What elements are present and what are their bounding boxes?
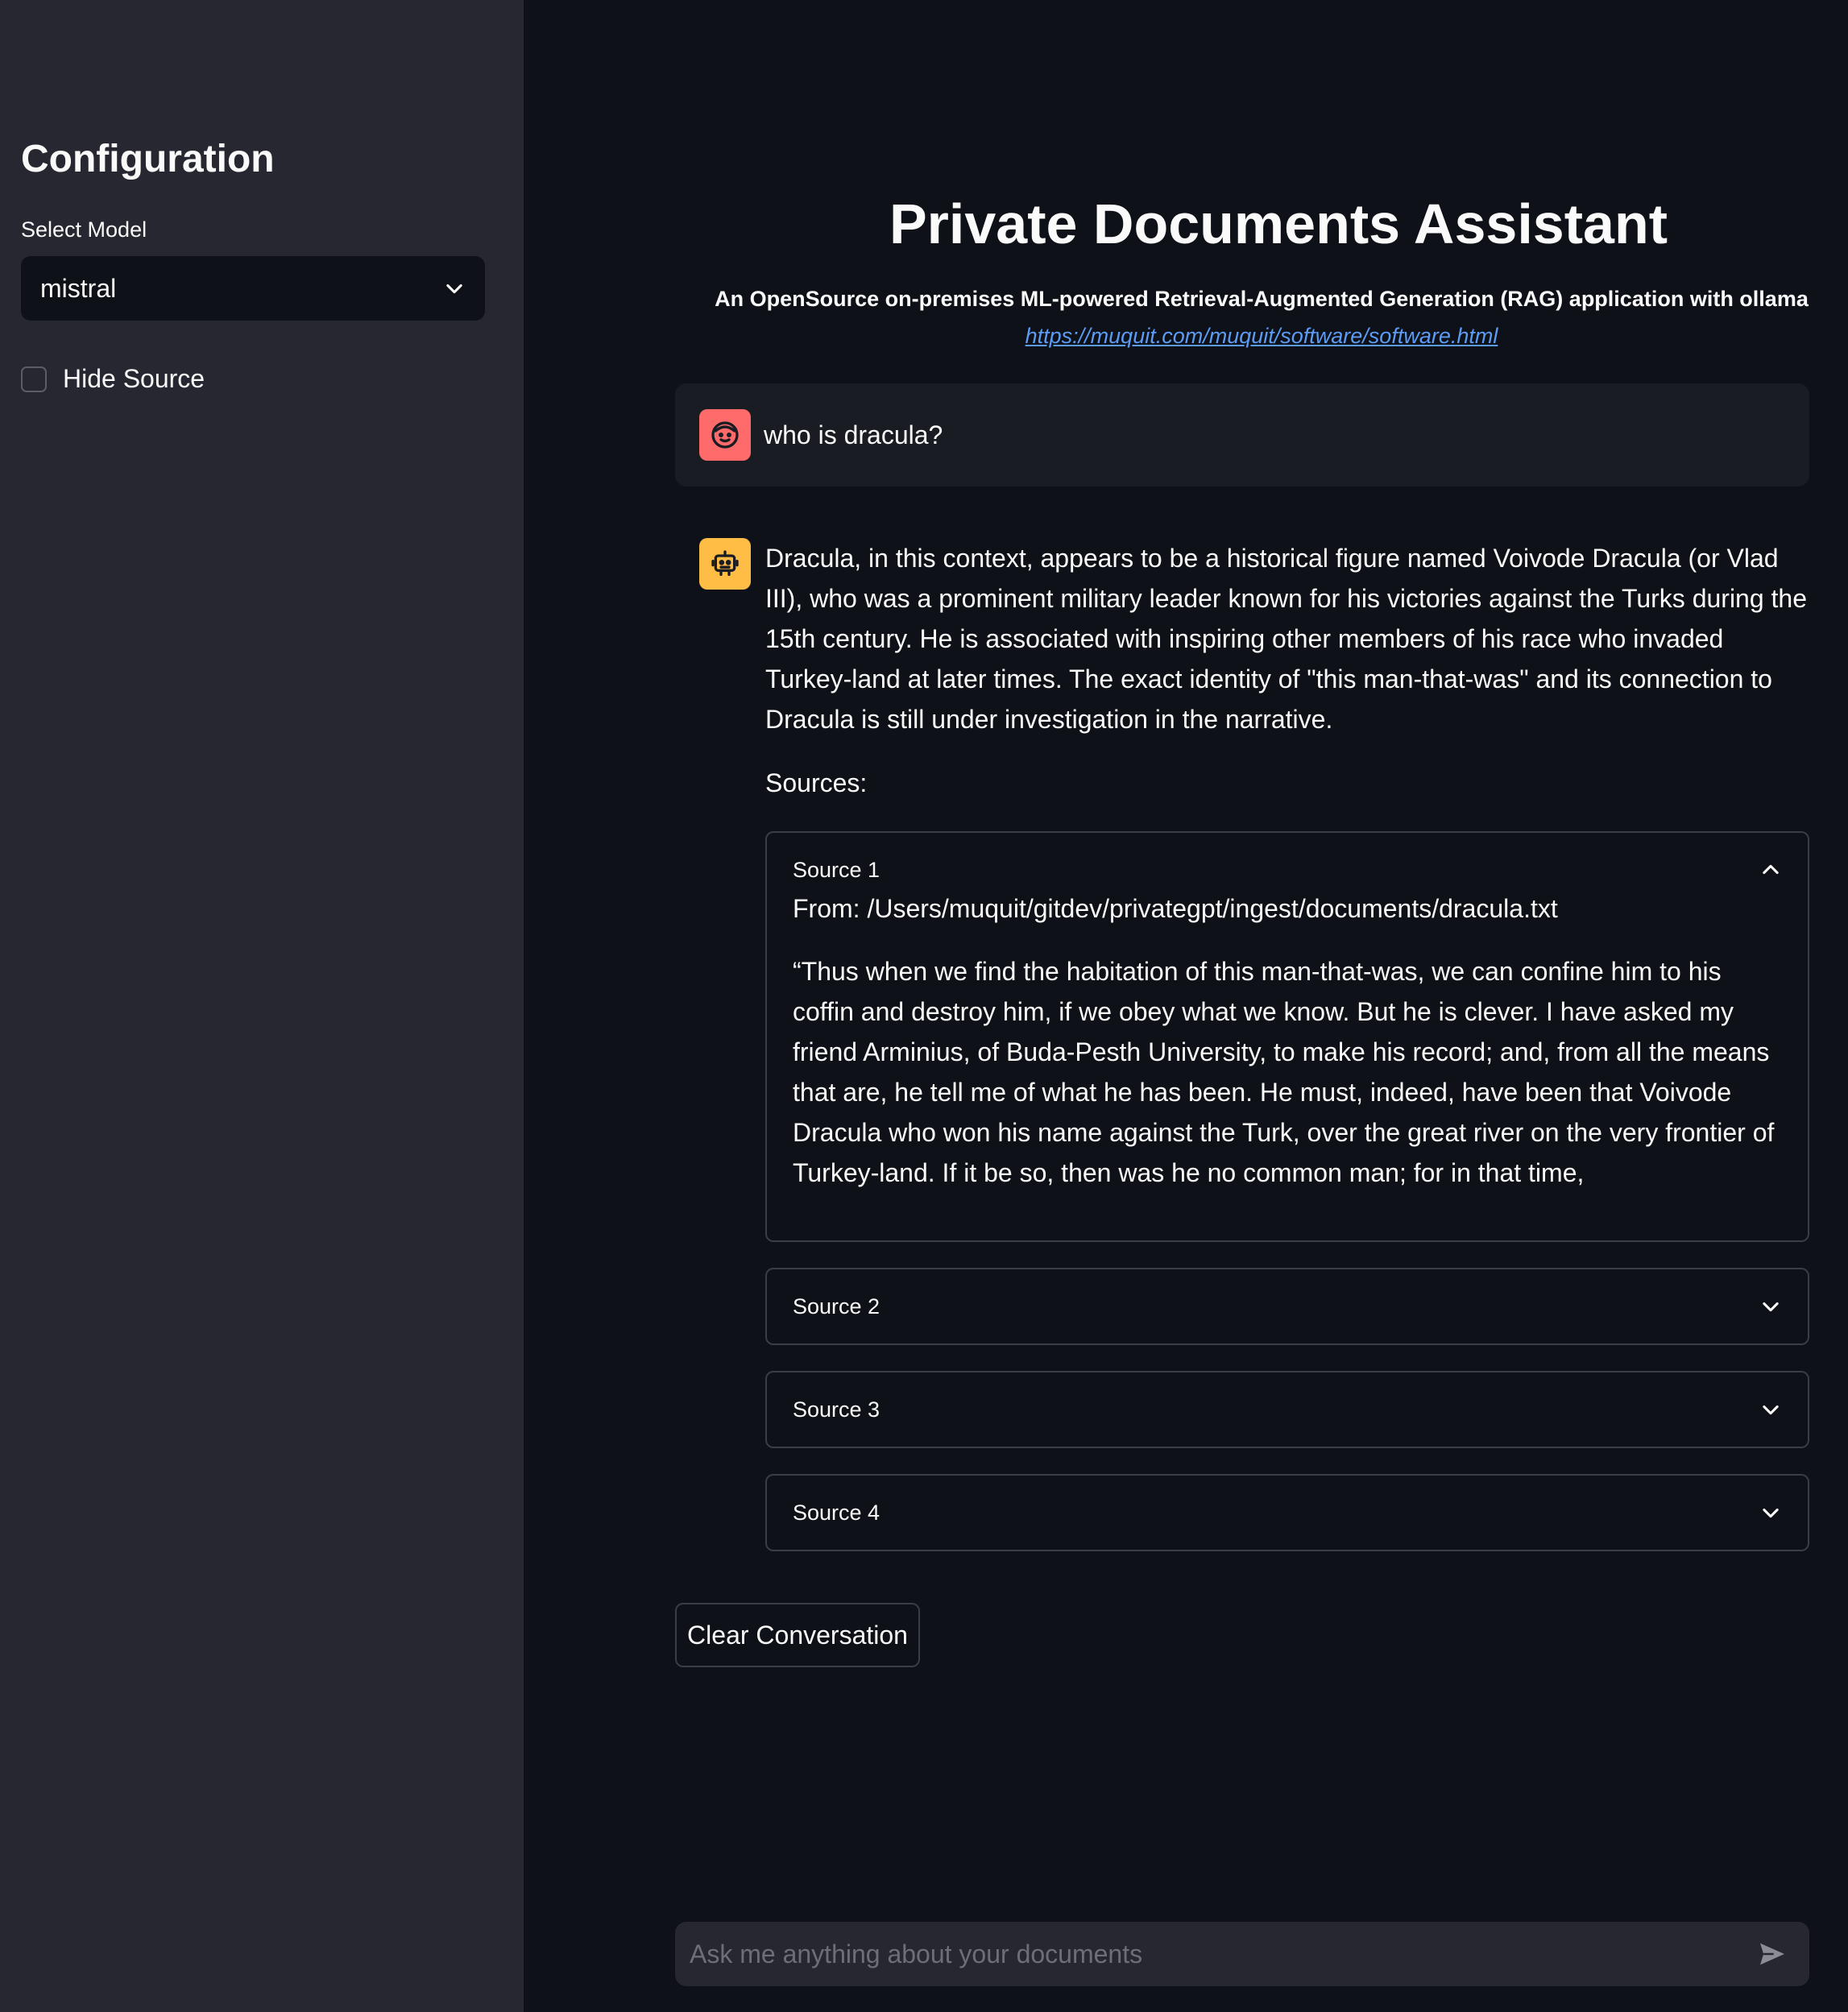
user-message-text: who is dracula? <box>764 420 943 449</box>
source-expander-2[interactable]: Source 2 <box>765 1268 1809 1345</box>
hide-source-toggle[interactable]: Hide Source <box>21 364 205 394</box>
source-expander-1: Source 1 From: /Users/muquit/gitdev/priv… <box>765 831 1809 1242</box>
chevron-down-icon <box>1763 1405 1779 1415</box>
source-path: From: /Users/muquit/gitdev/privategpt/in… <box>793 894 1558 923</box>
assistant-avatar <box>699 538 751 590</box>
software-link[interactable]: https://muquit.com/muquit/software/softw… <box>675 324 1848 349</box>
user-message: who is dracula? <box>675 383 1809 486</box>
page-title: Private Documents Assistant <box>889 193 1668 255</box>
source-expander-header[interactable]: Source 2 <box>767 1269 1808 1343</box>
source-title: Source 4 <box>793 1500 880 1525</box>
main-content: Private Documents Assistant An OpenSourc… <box>524 0 1848 2012</box>
smile-face-icon <box>711 421 739 449</box>
sources-label: Sources: <box>765 768 868 797</box>
source-expander-4[interactable]: Source 4 <box>765 1474 1809 1551</box>
sidebar-title: Configuration <box>21 138 275 180</box>
chat-input[interactable]: Ask me anything about your documents <box>675 1922 1809 1986</box>
sidebar: Configuration Select Model mistral Hide … <box>0 0 524 2012</box>
assistant-message-text: Dracula, in this context, appears to be … <box>765 544 1808 734</box>
page-subtitle: An OpenSource on-premises ML-powered Ret… <box>715 287 1809 311</box>
app-window: Configuration Select Model mistral Hide … <box>0 0 1848 2012</box>
chevron-down-icon <box>1763 1508 1779 1518</box>
model-select[interactable]: mistral <box>21 256 485 321</box>
source-expander-3[interactable]: Source 3 <box>765 1371 1809 1448</box>
source-expander-header[interactable]: Source 3 <box>767 1372 1808 1447</box>
source-title: Source 2 <box>793 1294 880 1319</box>
chevron-up-icon <box>1763 864 1779 875</box>
chat-input-placeholder: Ask me anything about your documents <box>690 1939 1143 1969</box>
source-expander-header[interactable]: Source 4 <box>767 1476 1808 1550</box>
chevron-down-icon <box>446 284 462 294</box>
user-avatar <box>699 409 751 461</box>
chevron-down-icon <box>1763 1302 1779 1312</box>
source-title: Source 3 <box>793 1397 880 1422</box>
clear-conversation-button[interactable]: Clear Conversation <box>675 1603 920 1667</box>
hide-source-label: Hide Source <box>63 364 205 393</box>
source-title: Source 1 <box>793 857 880 882</box>
model-select-value: mistral <box>40 273 117 303</box>
model-select-label: Select Model <box>21 217 147 242</box>
source-excerpt: “Thus when we find the habitation of thi… <box>793 957 1775 1187</box>
source-expander-body: From: /Users/muquit/gitdev/privategpt/in… <box>767 894 1808 1193</box>
hide-source-checkbox[interactable] <box>21 366 47 392</box>
send-icon[interactable] <box>1756 1938 1788 1970</box>
robot-icon <box>711 550 739 576</box>
